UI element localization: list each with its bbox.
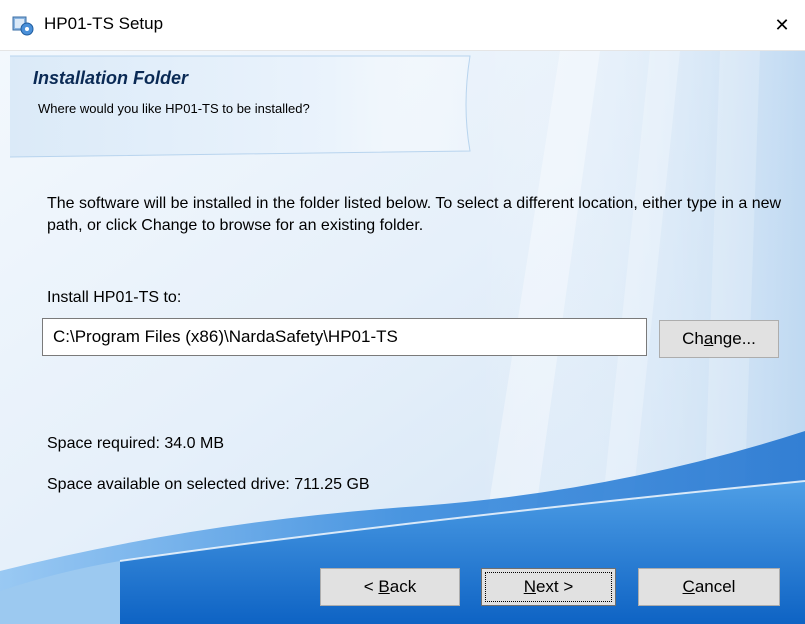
change-button-mnemonic: a [703,329,714,348]
next-button-label: ext > [535,577,574,596]
back-button[interactable]: < Back [320,568,460,606]
setup-installer-icon [12,14,34,36]
description-text: The software will be installed in the fo… [47,195,782,234]
setup-window: HP01-TS Setup ✕ Installation Folder Wher… [0,0,805,624]
cancel-button-label: ancel [694,577,736,596]
cancel-button-mnemonic: C [682,577,695,596]
change-button-label-post: nge... [713,329,756,348]
install-path-input[interactable] [42,318,647,356]
close-button[interactable]: ✕ [759,0,805,50]
title-bar[interactable]: HP01-TS Setup ✕ [0,0,805,51]
cancel-button[interactable]: Cancel [638,568,780,606]
back-button-prefix: < [363,577,379,596]
install-path-label: Install HP01-TS to: [47,289,182,306]
next-button-mnemonic: N [523,577,536,596]
window-title: HP01-TS Setup [44,14,164,33]
back-button-mnemonic: B [378,577,390,596]
next-button[interactable]: Next > [481,568,616,606]
space-required-text: Space required: 34.0 MB [47,435,224,452]
space-available-text: Space available on selected drive: 711.2… [47,476,370,493]
close-icon: ✕ [774,14,790,35]
back-button-label: ack [389,577,417,596]
page-subtitle: Where would you like HP01-TS to be insta… [38,101,310,116]
change-button[interactable]: Ch a nge... [659,320,779,358]
change-button-label-pre: Ch [682,329,704,348]
page-title: Installation Folder [33,68,189,88]
